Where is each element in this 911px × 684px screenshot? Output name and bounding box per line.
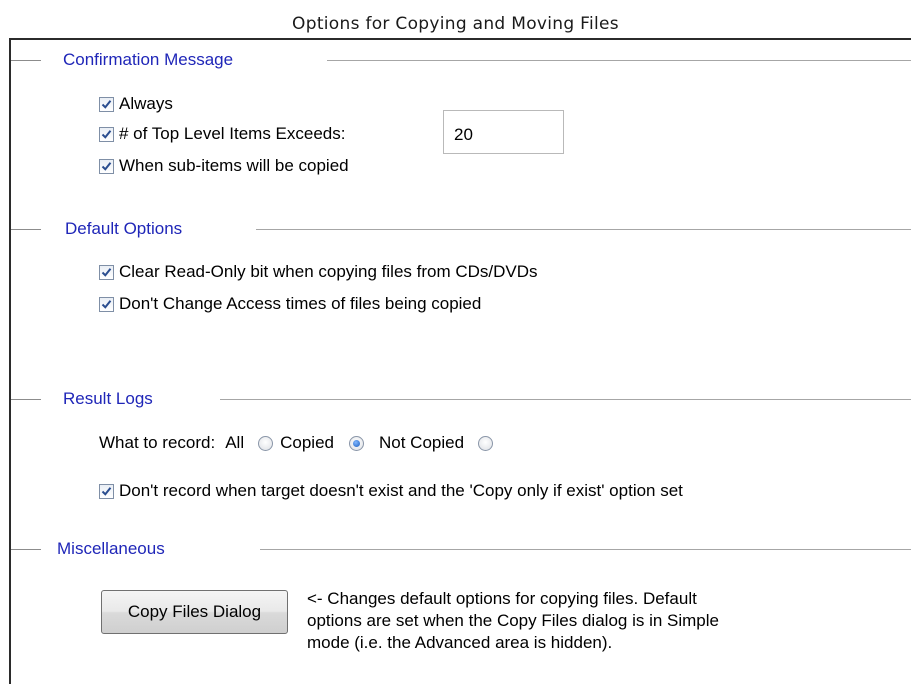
checkmark-icon [101,129,112,139]
section-rule [260,549,911,550]
checkmark-icon [101,99,112,109]
what-to-record-row: What to record: All Copied Not Copied [99,433,494,453]
section-title-default-options: Default Options [65,219,183,238]
checkmark-icon [101,161,112,171]
subitems-label: When sub-items will be copied [119,156,349,175]
section-rule [220,399,911,400]
access-times-label: Don't Change Access times of files being… [119,294,482,313]
radio-selected-dot [353,439,360,447]
top-level-label: # of Top Level Items Exceeds: [119,124,346,143]
clear-readonly-label: Clear Read-Only bit when copying files f… [119,262,538,281]
checkbox-subitems[interactable] [99,158,114,174]
top-level-items-input[interactable] [443,110,564,154]
top-level-checkbox-row[interactable]: # of Top Level Items Exceeds: [99,124,345,144]
record-option-all-label: All [225,433,245,452]
always-label: Always [119,94,173,113]
radio-not-copied[interactable] [478,435,494,451]
section-rule [327,60,911,61]
section-rule [256,229,911,230]
checkmark-icon [101,299,112,309]
radio-copied[interactable] [349,435,364,451]
options-panel: Confirmation Message Always # of Top Lev… [9,38,911,684]
checkmark-icon [101,486,112,496]
dont-record-checkbox-row[interactable]: Don't record when target doesn't exist a… [99,481,683,501]
record-option-not-copied-label: Not Copied [379,433,465,452]
section-title-result-logs: Result Logs [63,389,153,408]
section-default-options-header: Default Options [11,218,911,240]
access-times-checkbox-row[interactable]: Don't Change Access times of files being… [99,294,481,314]
checkbox-top-level[interactable] [99,126,114,142]
what-to-record-label: What to record: [99,433,216,452]
copy-files-dialog-button[interactable]: Copy Files Dialog [101,590,288,634]
section-dash [11,399,41,400]
page-title: Options for Copying and Moving Files [292,14,619,34]
always-checkbox-row[interactable]: Always [99,94,173,114]
subitems-checkbox-row[interactable]: When sub-items will be copied [99,156,349,176]
section-result-logs-header: Result Logs [11,388,911,410]
section-title-miscellaneous: Miscellaneous [57,539,165,558]
record-option-copied-label: Copied [280,433,334,452]
section-miscellaneous-header: Miscellaneous [11,538,911,560]
section-dash [11,229,41,230]
checkbox-always[interactable] [99,96,114,112]
section-title-confirmation: Confirmation Message [63,50,234,69]
dont-record-label: Don't record when target doesn't exist a… [119,481,683,500]
section-confirmation-header: Confirmation Message [11,49,911,71]
checkbox-dont-record[interactable] [99,483,114,499]
section-dash [11,549,41,550]
copy-files-description: <- Changes default options for copying f… [307,589,719,652]
section-dash [11,60,41,61]
radio-all[interactable] [258,435,274,451]
checkmark-icon [101,267,112,277]
checkbox-access-times[interactable] [99,296,114,312]
checkbox-clear-readonly[interactable] [99,264,114,280]
clear-readonly-checkbox-row[interactable]: Clear Read-Only bit when copying files f… [99,262,538,282]
